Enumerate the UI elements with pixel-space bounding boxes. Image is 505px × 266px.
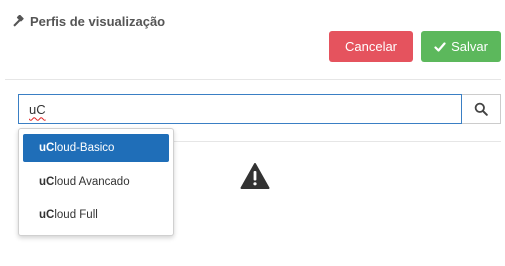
cancel-label: Cancelar: [344, 39, 398, 54]
option-rest-text: loud-Basico: [54, 142, 115, 154]
cancel-button[interactable]: Cancelar: [329, 31, 413, 62]
search-button[interactable]: [462, 94, 501, 124]
option-rest-text: loud Avancado: [54, 176, 130, 188]
page-header: Perfis de visualização: [12, 14, 165, 29]
dropdown-option-ucloud-basico[interactable]: uC loud-Basico: [23, 134, 169, 162]
dropdown-option-ucloud-avancado[interactable]: uC loud Avancado: [23, 168, 169, 196]
option-match-text: uC: [39, 142, 55, 154]
warning-icon: [240, 163, 270, 189]
dropdown-option-ucloud-full[interactable]: uC loud Full: [23, 201, 169, 229]
header-divider: [5, 79, 501, 80]
option-match-text: uC: [39, 176, 55, 188]
save-button[interactable]: Salvar: [421, 31, 501, 62]
option-match-text: uC: [39, 209, 55, 221]
content-divider: [174, 141, 501, 142]
option-rest-text: loud Full: [54, 209, 98, 221]
search-input-value: uC: [29, 101, 46, 117]
search-input[interactable]: uC: [18, 94, 462, 124]
autocomplete-dropdown: uC loud-Basico uC loud Avancado uC loud Ful…: [18, 128, 174, 236]
check-icon: [434, 41, 446, 52]
page-title: Perfis de visualização: [30, 14, 166, 29]
gavel-icon: [13, 14, 24, 27]
save-label: Salvar: [451, 39, 488, 54]
search-icon: [474, 102, 488, 116]
